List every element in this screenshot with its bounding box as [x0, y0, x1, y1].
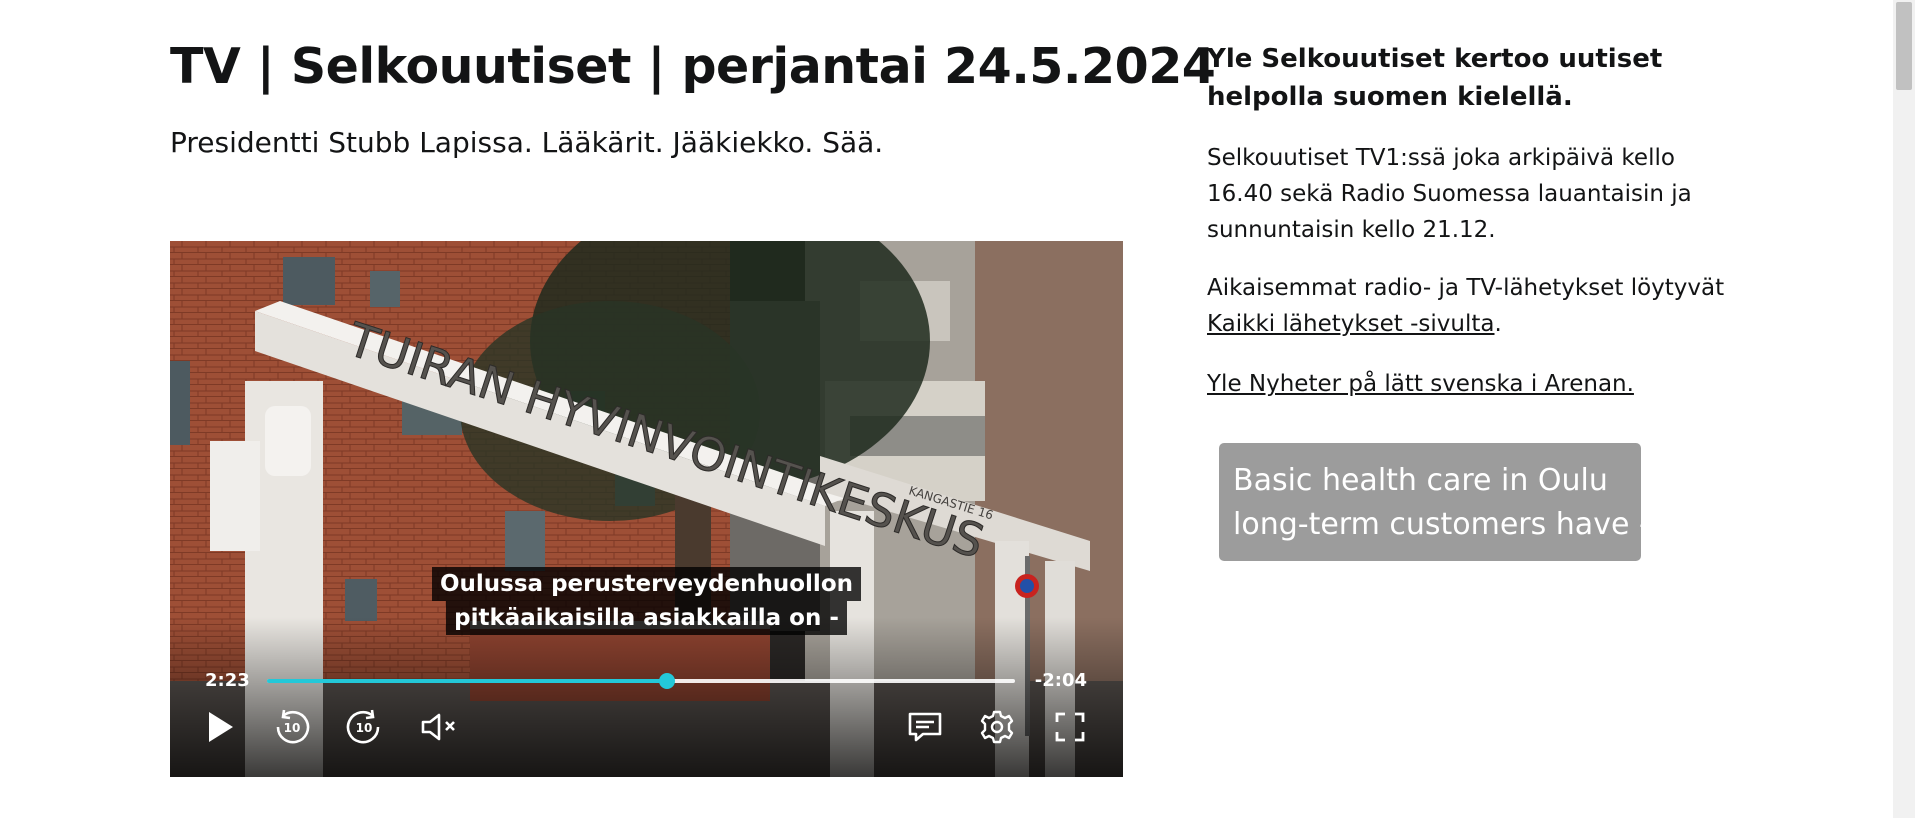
- mute-icon: [421, 713, 455, 741]
- forward-10-icon: 10: [346, 709, 380, 744]
- page-title: TV | Selkouutiset | perjantai 24.5.2024: [170, 38, 1216, 95]
- translation-overlay: Basic health care in Oulu long-term cust…: [1219, 443, 1650, 561]
- archive-prefix: Aikaisemmat radio- ja TV-lähetykset löyt…: [1207, 275, 1725, 301]
- play-button[interactable]: [198, 705, 242, 749]
- article-lead: Presidentti Stubb Lapissa. Lääkärit. Jää…: [170, 126, 884, 159]
- fullscreen-icon: [1055, 712, 1085, 742]
- settings-button[interactable]: [975, 705, 1019, 749]
- controls-gradient: [170, 617, 1123, 777]
- settings-icon: [980, 710, 1014, 744]
- archive-text: Aikaisemmat radio- ja TV-lähetykset löyt…: [1207, 270, 1737, 342]
- subtitles: Oulussa perusterveydenhuollon pitkäaikai…: [170, 567, 1123, 635]
- translation-line: Basic health care in Oulu: [1233, 463, 1608, 498]
- subtitles-button[interactable]: [903, 705, 947, 749]
- current-time: 2:23: [205, 670, 250, 691]
- swedish-news-link[interactable]: Yle Nyheter på lätt svenska i Arenan.: [1207, 366, 1634, 402]
- rewind-10-icon: 10: [276, 709, 310, 744]
- mute-button[interactable]: [418, 705, 462, 749]
- progress-bar[interactable]: [267, 673, 1015, 689]
- translation-line: long-term customers have -: [1233, 507, 1650, 542]
- forward-10-button[interactable]: 10: [342, 705, 386, 749]
- svg-text:10: 10: [284, 721, 301, 735]
- all-broadcasts-link[interactable]: Kaikki lähetykset -sivulta: [1207, 311, 1495, 337]
- video-player[interactable]: TUIRAN HYVINVOINTIKESKUS KANGASTIE 16 Ou…: [170, 241, 1123, 777]
- play-icon: [209, 712, 233, 742]
- progress-fill: [267, 679, 668, 683]
- page-scrollbar[interactable]: [1893, 0, 1915, 818]
- fullscreen-button[interactable]: [1048, 705, 1092, 749]
- svg-text:10: 10: [356, 721, 373, 735]
- scrollbar-thumb[interactable]: [1896, 2, 1912, 90]
- remaining-time: -2:04: [1034, 670, 1087, 691]
- sidebar-heading: Yle Selkouutiset kertoo uutiset helpolla…: [1207, 44, 1663, 112]
- subtitle-line: Oulussa perusterveydenhuollon: [431, 567, 861, 601]
- rewind-10-button[interactable]: 10: [270, 705, 314, 749]
- subtitles-icon: [908, 712, 942, 742]
- subtitle-line: pitkäaikaisilla asiakkailla on -: [446, 601, 847, 635]
- schedule-text: Selkouutiset TV1:ssä joka arkipäivä kell…: [1207, 145, 1692, 243]
- archive-suffix: .: [1494, 311, 1502, 337]
